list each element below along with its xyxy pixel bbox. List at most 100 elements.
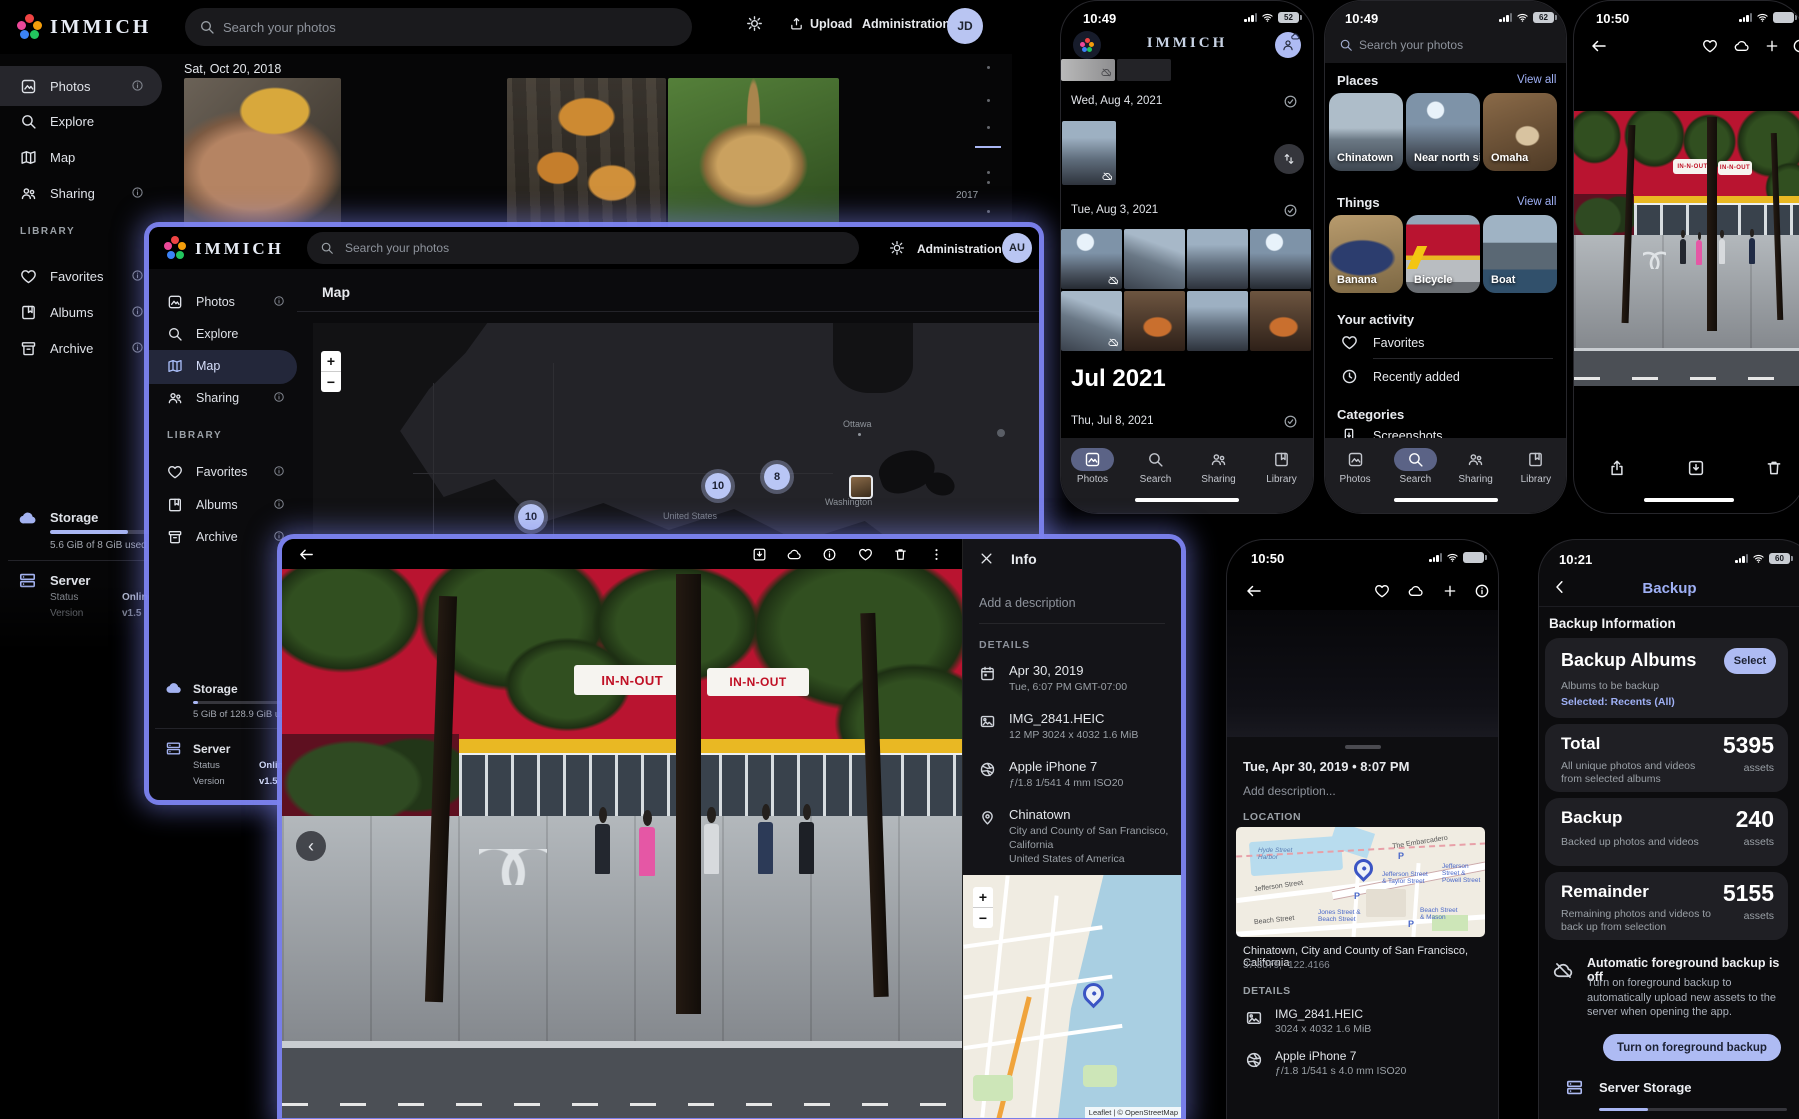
sidebar-item-archive[interactable]: Archive [20, 340, 93, 357]
add-icon[interactable] [1764, 38, 1780, 54]
sidebar-item-explore[interactable]: Explore [20, 113, 94, 130]
administration-link[interactable]: Administration [862, 17, 950, 31]
upload-cloud-icon[interactable] [1408, 583, 1424, 599]
upload-cloud-icon[interactable] [1734, 38, 1750, 54]
download-icon[interactable] [752, 547, 767, 562]
select-button[interactable]: Select [1724, 648, 1776, 674]
nav-library[interactable]: Library [1250, 438, 1313, 513]
back-icon[interactable] [1590, 37, 1608, 55]
theme-toggle-icon[interactable] [889, 240, 905, 256]
favorite-icon[interactable] [1374, 583, 1390, 599]
photo-thumbnail[interactable] [1061, 291, 1122, 351]
sidebar-item-map[interactable]: Map [167, 358, 220, 374]
map-photo-marker[interactable] [849, 475, 873, 499]
info-icon[interactable] [131, 186, 144, 199]
photo-thumbnail[interactable] [1124, 229, 1185, 289]
photo-thumbnail[interactable] [1061, 229, 1122, 289]
place-card[interactable]: Omaha [1483, 93, 1557, 171]
photo-thumbnail[interactable] [1250, 229, 1311, 289]
zoom-out-button[interactable]: − [321, 372, 341, 392]
location-title[interactable]: Chinatown [1009, 807, 1070, 822]
sheet-drag-handle[interactable] [1345, 745, 1381, 749]
things-view-all[interactable]: View all [1517, 196, 1556, 208]
photo-thumbnail[interactable] [1187, 229, 1248, 289]
info-icon[interactable] [273, 391, 285, 403]
place-card[interactable]: Near north side [1406, 93, 1480, 171]
map-attribution[interactable]: Leaflet | © OpenStreetMap [1085, 1107, 1181, 1118]
info-icon[interactable] [1474, 583, 1490, 599]
sidebar-item-explore[interactable]: Explore [167, 326, 238, 342]
photo-thumbnail[interactable] [1061, 59, 1115, 81]
photo-thumbnail[interactable] [1124, 291, 1185, 351]
previous-photo-button[interactable]: ‹ [296, 831, 326, 861]
zoom-in-button[interactable]: + [321, 351, 341, 372]
map-zoom-control[interactable]: + − [973, 887, 993, 928]
back-icon[interactable] [298, 546, 315, 563]
add-icon[interactable] [1442, 583, 1458, 599]
map-cluster-marker[interactable]: 10 [514, 500, 548, 534]
info-icon[interactable] [131, 79, 144, 92]
location-map[interactable]: + − Leaflet | © OpenStreetMap [963, 875, 1181, 1118]
info-icon[interactable] [131, 305, 144, 318]
info-icon[interactable] [273, 295, 285, 307]
upload-label[interactable]: Upload [810, 17, 852, 31]
avatar[interactable]: AU [1002, 233, 1032, 263]
sidebar-item-photos[interactable]: Photos [167, 294, 235, 310]
delete-icon[interactable] [893, 547, 908, 562]
info-icon[interactable] [273, 498, 285, 510]
administration-link[interactable]: Administration [917, 242, 1002, 256]
sidebar-item-photos[interactable]: Photos [20, 78, 90, 95]
sidebar-item-sharing[interactable]: Sharing [20, 185, 95, 202]
close-icon[interactable] [979, 551, 994, 566]
upload-cloud-icon[interactable] [787, 547, 802, 562]
photo-innout[interactable]: IN-N-OUT IN-N-OUT [1574, 111, 1799, 386]
info-icon[interactable] [822, 547, 837, 562]
search-input[interactable] [307, 232, 859, 264]
search-input[interactable] [1359, 31, 1529, 59]
description-input[interactable] [979, 591, 1165, 615]
sidebar-item-favorites[interactable]: Favorites [167, 464, 247, 480]
zoom-in-button[interactable]: + [973, 887, 993, 908]
sidebar-item-albums[interactable]: Albums [20, 304, 93, 321]
sidebar-item-favorites[interactable]: Favorites [20, 268, 103, 285]
location-map[interactable]: Hyde Street Harbor The Embarcadero Jeffe… [1236, 827, 1485, 937]
select-check-icon[interactable] [1283, 414, 1298, 429]
share-icon[interactable] [1608, 459, 1626, 477]
places-view-all[interactable]: View all [1517, 74, 1556, 86]
photo-thumbnail[interactable] [1250, 291, 1311, 351]
sidebar-item-archive[interactable]: Archive [167, 529, 238, 545]
thing-card[interactable]: Bicycle [1406, 215, 1480, 293]
sidebar-item-map[interactable]: Map [20, 149, 75, 166]
info-icon[interactable] [1792, 38, 1799, 54]
photo-thumbnail[interactable] [343, 78, 505, 228]
activity-favorites[interactable]: Favorites [1373, 336, 1424, 350]
thing-card[interactable]: Boat [1483, 215, 1557, 293]
info-icon[interactable] [131, 341, 144, 354]
photo-thumbnail[interactable] [1117, 59, 1171, 81]
map-zoom-control[interactable]: + − [321, 351, 341, 392]
sidebar-item-albums[interactable]: Albums [167, 497, 238, 513]
profile-avatar[interactable] [1275, 32, 1301, 58]
nav-photos[interactable]: Photos [1061, 438, 1124, 513]
search-input[interactable] [185, 8, 692, 46]
info-icon[interactable] [273, 465, 285, 477]
zoom-out-button[interactable]: − [973, 908, 993, 928]
nav-library[interactable]: Library [1506, 438, 1566, 513]
favorite-icon[interactable] [858, 547, 873, 562]
activity-recently-added[interactable]: Recently added [1373, 370, 1460, 384]
favorite-icon[interactable] [1702, 38, 1718, 54]
photo-thumbnail[interactable] [668, 78, 839, 228]
download-icon[interactable] [1687, 459, 1705, 477]
nav-photos[interactable]: Photos [1325, 438, 1385, 513]
timeline-scrubber-handle[interactable] [1274, 144, 1304, 174]
photo-innout[interactable]: IN-N-OUT IN-N-OUT [282, 569, 962, 1118]
back-icon[interactable] [1245, 582, 1263, 600]
map-cluster-marker[interactable]: 10 [701, 469, 735, 503]
place-card[interactable]: Chinatown [1329, 93, 1403, 171]
sidebar-item-sharing[interactable]: Sharing [167, 390, 239, 406]
photo-dark[interactable] [1227, 610, 1498, 737]
avatar[interactable]: JD [947, 8, 983, 44]
turn-on-foreground-backup-button[interactable]: Turn on foreground backup [1603, 1034, 1781, 1061]
delete-icon[interactable] [1765, 459, 1783, 477]
thing-card[interactable]: Banana [1329, 215, 1403, 293]
